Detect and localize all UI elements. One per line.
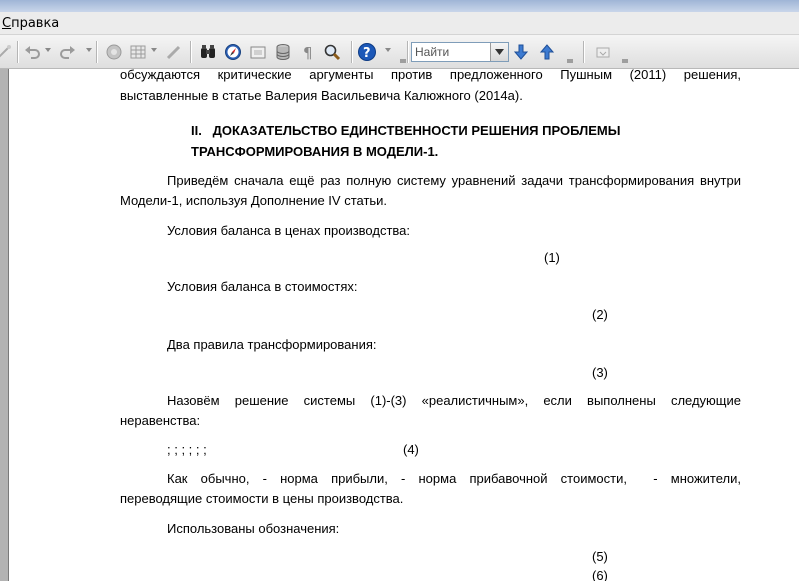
table-icon[interactable] <box>128 42 148 62</box>
paragraph-line: Назовём решение системы (1)-(3) «реалист… <box>167 393 741 408</box>
paragraph-line: Использованы обозначения: <box>167 521 340 536</box>
paragraph-line: Приведём сначала ещё раз полную систему … <box>167 173 741 188</box>
find-next-icon[interactable] <box>537 42 557 62</box>
svg-text:¶: ¶ <box>303 44 313 61</box>
binoculars-icon[interactable] <box>198 42 218 62</box>
paragraph-line: Два правила трансформирования: <box>167 337 377 352</box>
paragraph-line: переводящие стоимости в цены производств… <box>120 491 404 506</box>
paragraph-line: Как обычно, - норма прибыли, - норма при… <box>167 471 741 486</box>
compass-icon[interactable] <box>223 42 243 62</box>
paragraph-line: неравенства: <box>120 413 201 428</box>
redo-icon[interactable] <box>58 42 78 62</box>
toolbar-separator <box>190 41 192 63</box>
redo-dropdown-icon[interactable] <box>86 48 92 52</box>
section-heading: II. ДОКАЗАТЕЛЬСТВО ЕДИНСТВЕННОСТИ РЕШЕНИ… <box>191 123 621 138</box>
pilcrow-icon[interactable]: ¶ <box>298 42 318 62</box>
undo-dropdown-icon[interactable] <box>45 48 51 52</box>
toolbar-separator <box>17 41 19 63</box>
toolbar-options-icon[interactable] <box>593 42 613 62</box>
chevron-down-icon <box>495 49 504 55</box>
toolbar-separator <box>583 41 585 63</box>
toolbar-separator <box>407 41 409 63</box>
paragraph-line: Условия баланса в стоимостях: <box>167 279 358 294</box>
find-input[interactable] <box>412 43 493 61</box>
paragraph-line: обсуждаются критические аргументы против… <box>120 69 741 82</box>
paragraph-line: выставленные в статье Валерия Васильевич… <box>120 88 523 103</box>
toolbar: ¶ ? <box>0 35 799 69</box>
toolbar-separator <box>351 41 353 63</box>
paragraph-line: Условия баланса в ценах производства: <box>167 223 411 238</box>
navigator-icon[interactable] <box>104 42 124 62</box>
find-combobox[interactable] <box>411 42 509 62</box>
database-icon[interactable] <box>273 42 293 62</box>
window-title-strip <box>0 0 799 12</box>
svg-text:?: ? <box>363 46 371 61</box>
page-margin <box>0 69 8 581</box>
wand-icon[interactable] <box>0 42 14 62</box>
zoom-icon[interactable] <box>322 42 342 62</box>
help-icon[interactable]: ? <box>357 42 377 62</box>
pen-icon[interactable] <box>164 42 184 62</box>
equation-number: (3) <box>592 365 608 380</box>
equation-number: (5) <box>592 549 608 564</box>
paragraph-line: ; ; ; ; ; ; <box>167 442 207 457</box>
find-previous-icon[interactable] <box>511 42 531 62</box>
menu-help[interactable]: Справка <box>2 16 59 31</box>
document-page[interactable]: обсуждаются критические аргументы против… <box>8 69 799 581</box>
undo-icon[interactable] <box>22 42 42 62</box>
frame-icon[interactable] <box>248 42 268 62</box>
section-heading: ТРАНСФОРМИРОВАНИЯ В МОДЕЛИ-1. <box>191 144 439 159</box>
menu-bar: Справка <box>0 12 799 35</box>
equation-number: (4) <box>403 442 419 457</box>
toolbar-grip[interactable] <box>565 39 575 65</box>
equation-number: (1) <box>544 250 560 265</box>
toolbar-separator <box>96 41 98 63</box>
help-dropdown-icon[interactable] <box>385 48 391 52</box>
find-dropdown-button[interactable] <box>490 43 508 61</box>
table-dropdown-icon[interactable] <box>151 48 157 52</box>
toolbar-grip[interactable] <box>620 39 630 65</box>
paragraph-line: Модели-1, используя Дополнение IV статьи… <box>120 193 388 208</box>
equation-number: (6) <box>592 568 608 581</box>
equation-number: (2) <box>592 307 608 322</box>
